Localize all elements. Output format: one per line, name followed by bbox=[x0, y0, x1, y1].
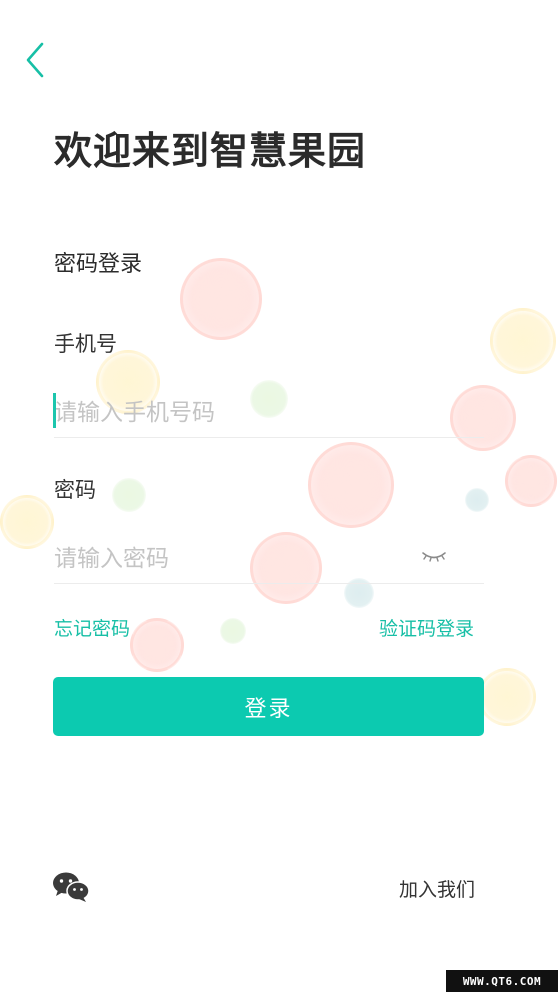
forgot-password-link[interactable]: 忘记密码 bbox=[54, 614, 130, 641]
page-title: 欢迎来到智慧果园 bbox=[54, 129, 367, 173]
background-fruit-decoration bbox=[478, 668, 536, 726]
background-fruit-decoration bbox=[505, 455, 557, 507]
wechat-login-button[interactable] bbox=[52, 871, 90, 903]
phone-label: 手机号 bbox=[54, 332, 117, 356]
password-visibility-toggle[interactable] bbox=[420, 545, 448, 567]
background-fruit-decoration bbox=[0, 495, 54, 549]
join-us-link[interactable]: 加入我们 bbox=[399, 875, 475, 902]
background-fruit-decoration bbox=[308, 442, 394, 528]
site-watermark: WWW.QT6.COM bbox=[446, 970, 558, 992]
login-mode-title: 密码登录 bbox=[54, 252, 143, 277]
background-fruit-decoration bbox=[180, 258, 262, 340]
login-button[interactable]: 登录 bbox=[53, 677, 484, 736]
background-fruit-decoration bbox=[130, 618, 184, 672]
eye-closed-icon bbox=[422, 552, 446, 562]
phone-input[interactable] bbox=[54, 388, 484, 438]
background-fruit-decoration bbox=[112, 478, 146, 512]
sms-login-link[interactable]: 验证码登录 bbox=[379, 614, 474, 641]
background-fruit-decoration bbox=[465, 488, 489, 512]
password-label: 密码 bbox=[54, 478, 96, 502]
back-button[interactable] bbox=[20, 38, 56, 82]
background-fruit-decoration bbox=[220, 618, 246, 644]
wechat-icon bbox=[53, 872, 90, 902]
chevron-left-icon bbox=[26, 42, 44, 78]
background-fruit-decoration bbox=[490, 308, 556, 374]
text-cursor bbox=[53, 393, 56, 428]
